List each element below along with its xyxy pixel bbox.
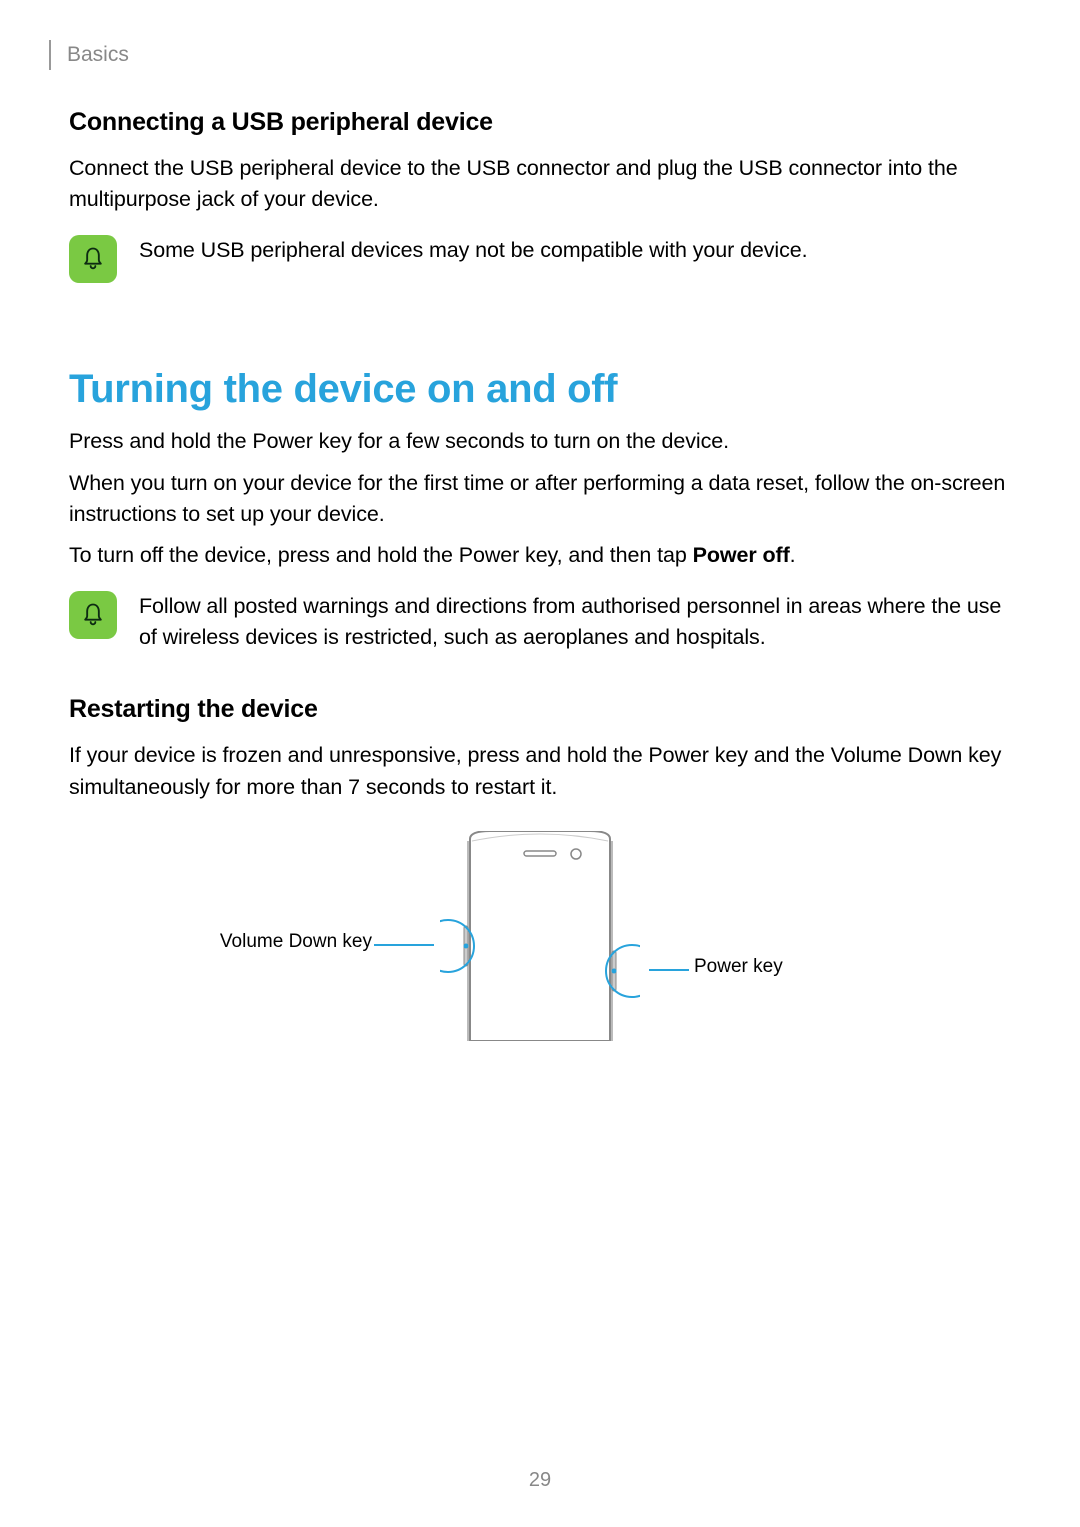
turning-note-text: Follow all posted warnings and direction…: [139, 591, 1011, 653]
page-header: Basics: [49, 40, 129, 70]
turning-p3-pre: To turn off the device, press and hold t…: [69, 543, 693, 567]
power-key-label: Power key: [694, 956, 783, 978]
right-callout-line: [649, 964, 689, 976]
note-bell-icon: [69, 235, 117, 283]
usb-note: Some USB peripheral devices may not be c…: [69, 235, 1011, 283]
usb-note-text: Some USB peripheral devices may not be c…: [139, 235, 808, 266]
turning-note: Follow all posted warnings and direction…: [69, 591, 1011, 653]
turning-p3: To turn off the device, press and hold t…: [69, 540, 1011, 571]
note-bell-icon: [69, 591, 117, 639]
turning-p3-post: .: [790, 543, 796, 567]
volume-down-label: Volume Down key: [217, 931, 372, 953]
page-number: 29: [0, 1469, 1080, 1492]
turning-p2: When you turn on your device for the fir…: [69, 468, 1011, 530]
page-content: Connecting a USB peripheral device Conne…: [69, 108, 1011, 1051]
phone-illustration: [440, 831, 640, 1041]
restarting-body: If your device is frozen and unresponsiv…: [69, 740, 1011, 802]
usb-body: Connect the USB peripheral device to the…: [69, 153, 1011, 215]
header-tick: [49, 40, 51, 70]
usb-heading: Connecting a USB peripheral device: [69, 108, 1011, 137]
section-label: Basics: [67, 43, 129, 67]
restarting-heading: Restarting the device: [69, 695, 1011, 724]
turning-heading: Turning the device on and off: [69, 367, 1011, 412]
turning-p3-bold: Power off: [693, 543, 790, 567]
left-callout-line: [374, 939, 434, 951]
restart-diagram: Volume Down key Power key: [69, 831, 1011, 1051]
turning-p1: Press and hold the Power key for a few s…: [69, 426, 1011, 457]
